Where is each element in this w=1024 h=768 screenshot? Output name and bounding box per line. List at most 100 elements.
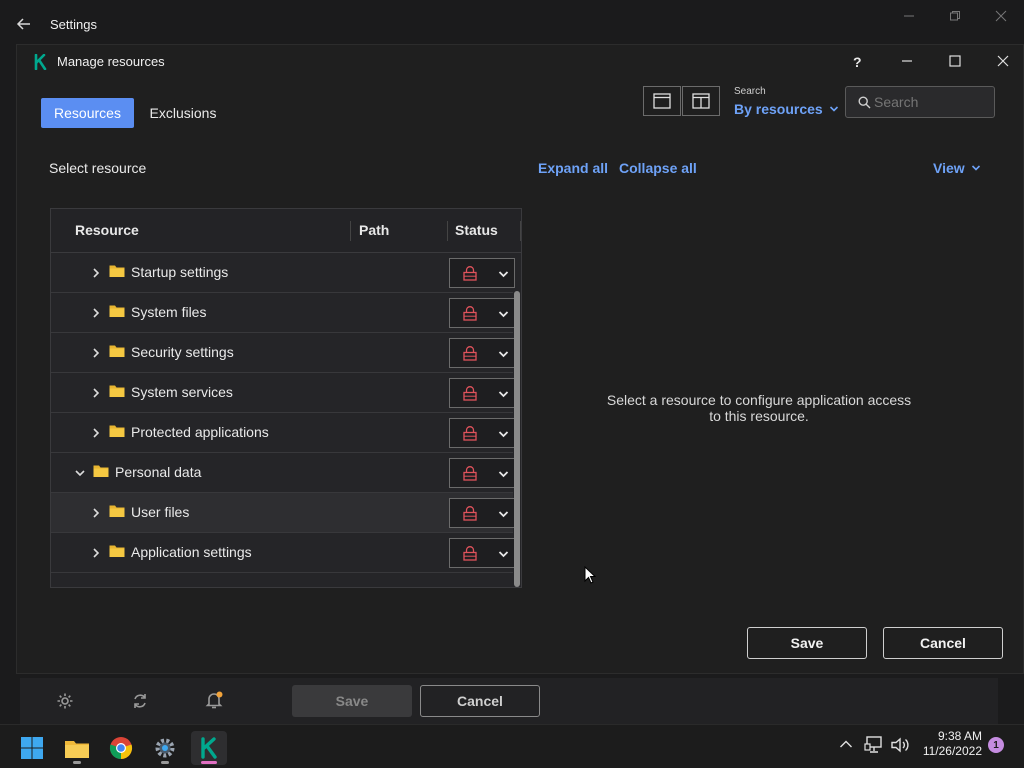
kaspersky-app-icon[interactable] bbox=[191, 731, 227, 765]
settings-restore-button[interactable] bbox=[932, 0, 978, 32]
resource-name: Application settings bbox=[131, 544, 252, 560]
tab-exclusions[interactable]: Exclusions bbox=[141, 98, 225, 128]
chevron-down-icon bbox=[498, 429, 509, 439]
resource-table: Resource Path Status Startup settings Sys… bbox=[50, 208, 522, 588]
table-row[interactable]: Personal data bbox=[51, 453, 515, 493]
file-explorer-icon[interactable] bbox=[59, 731, 95, 765]
split-pane-icon bbox=[692, 93, 710, 109]
layout-split-pane-button[interactable] bbox=[682, 86, 720, 116]
back-arrow-icon[interactable] bbox=[14, 14, 34, 34]
notification-bell-icon[interactable] bbox=[204, 690, 224, 710]
layout-single-pane-button[interactable] bbox=[643, 86, 681, 116]
settings-footer: Save Cancel bbox=[20, 678, 998, 724]
status-dropdown[interactable] bbox=[449, 378, 515, 408]
chevron-down-icon bbox=[498, 549, 509, 559]
status-dropdown[interactable] bbox=[449, 538, 515, 568]
settings-app-icon[interactable] bbox=[147, 731, 183, 765]
settings-save-button[interactable]: Save bbox=[292, 685, 412, 717]
lock-icon bbox=[463, 506, 477, 521]
search-box[interactable] bbox=[845, 86, 995, 118]
status-dropdown[interactable] bbox=[449, 338, 515, 368]
table-row[interactable]: Protected applications bbox=[51, 413, 515, 453]
dialog-cancel-button[interactable]: Cancel bbox=[883, 627, 1003, 659]
expand-all-link[interactable]: Expand all bbox=[538, 160, 608, 176]
lock-icon bbox=[463, 546, 477, 561]
table-row[interactable]: Startup settings bbox=[51, 253, 515, 293]
resource-name: Personal data bbox=[115, 464, 202, 480]
notification-count-badge[interactable]: 1 bbox=[988, 737, 1004, 753]
chevron-right-icon[interactable] bbox=[89, 306, 103, 320]
chevron-right-icon[interactable] bbox=[89, 266, 103, 280]
column-header-status[interactable]: Status bbox=[455, 222, 498, 238]
column-header-resource[interactable]: Resource bbox=[75, 222, 139, 238]
settings-minimize-button[interactable] bbox=[886, 0, 932, 32]
resource-name: System files bbox=[131, 304, 207, 320]
lock-icon bbox=[463, 306, 477, 321]
update-icon[interactable] bbox=[131, 692, 149, 710]
column-divider bbox=[520, 221, 521, 241]
table-row[interactable]: Application settings bbox=[51, 533, 515, 573]
lock-icon bbox=[463, 466, 477, 481]
chevron-down-icon[interactable] bbox=[73, 466, 87, 480]
chevron-down-icon bbox=[498, 349, 509, 359]
folder-icon bbox=[109, 304, 125, 318]
clock-time: 9:38 AM bbox=[937, 729, 982, 743]
help-button[interactable]: ? bbox=[853, 54, 862, 70]
status-dropdown[interactable] bbox=[449, 298, 515, 328]
table-row[interactable]: User files bbox=[51, 493, 515, 533]
collapse-all-link[interactable]: Collapse all bbox=[619, 160, 697, 176]
network-icon[interactable] bbox=[864, 736, 884, 754]
table-row[interactable]: Security settings bbox=[51, 333, 515, 373]
chevron-right-icon[interactable] bbox=[89, 346, 103, 360]
column-divider[interactable] bbox=[350, 221, 351, 241]
search-mode-label: By resources bbox=[734, 101, 823, 117]
chrome-icon[interactable] bbox=[103, 731, 139, 765]
settings-cancel-button[interactable]: Cancel bbox=[420, 685, 540, 717]
folder-icon bbox=[109, 264, 125, 278]
dialog-minimize-button[interactable] bbox=[901, 55, 913, 67]
search-input[interactable] bbox=[874, 93, 986, 111]
settings-title: Settings bbox=[50, 17, 97, 32]
status-dropdown[interactable] bbox=[449, 258, 515, 288]
dialog-close-button[interactable] bbox=[997, 55, 1009, 67]
gear-icon[interactable] bbox=[56, 692, 74, 710]
show-hidden-icons-chevron-icon[interactable] bbox=[839, 739, 853, 749]
table-scrollbar[interactable] bbox=[514, 291, 520, 587]
clock-date: 11/26/2022 bbox=[922, 744, 982, 758]
status-dropdown[interactable] bbox=[449, 418, 515, 448]
chevron-right-icon[interactable] bbox=[89, 426, 103, 440]
lock-icon bbox=[463, 346, 477, 361]
tab-resources[interactable]: Resources bbox=[41, 98, 134, 128]
chevron-down-icon bbox=[498, 389, 509, 399]
chevron-right-icon[interactable] bbox=[89, 386, 103, 400]
table-header: Resource Path Status bbox=[51, 209, 521, 253]
dialog-maximize-button[interactable] bbox=[949, 55, 961, 67]
status-dropdown[interactable] bbox=[449, 458, 515, 488]
resource-name: User files bbox=[131, 504, 190, 520]
single-pane-icon bbox=[653, 93, 671, 109]
dialog-title: Manage resources bbox=[57, 54, 165, 69]
folder-icon bbox=[93, 464, 109, 478]
volume-icon[interactable] bbox=[890, 736, 910, 754]
dialog-save-button[interactable]: Save bbox=[747, 627, 867, 659]
folder-icon bbox=[109, 384, 125, 398]
chevron-right-icon[interactable] bbox=[89, 506, 103, 520]
folder-icon bbox=[109, 424, 125, 438]
column-header-path[interactable]: Path bbox=[359, 222, 389, 238]
kaspersky-logo-icon bbox=[34, 54, 48, 70]
chevron-right-icon[interactable] bbox=[89, 546, 103, 560]
table-row[interactable]: System services bbox=[51, 373, 515, 413]
taskbar: 9:38 AM 11/26/2022 1 bbox=[0, 724, 1024, 768]
chevron-down-icon bbox=[971, 163, 981, 173]
chevron-down-icon bbox=[498, 309, 509, 319]
search-mode-dropdown[interactable]: By resources bbox=[734, 101, 839, 117]
status-dropdown[interactable] bbox=[449, 498, 515, 528]
settings-close-button[interactable] bbox=[978, 0, 1024, 32]
clock[interactable]: 9:38 AM 11/26/2022 bbox=[916, 729, 982, 759]
column-divider[interactable] bbox=[447, 221, 448, 241]
search-caption: Search bbox=[734, 86, 766, 97]
folder-icon bbox=[109, 504, 125, 518]
windows-start-icon[interactable] bbox=[14, 731, 50, 765]
table-row[interactable]: System files bbox=[51, 293, 515, 333]
view-dropdown[interactable]: View bbox=[933, 160, 981, 176]
